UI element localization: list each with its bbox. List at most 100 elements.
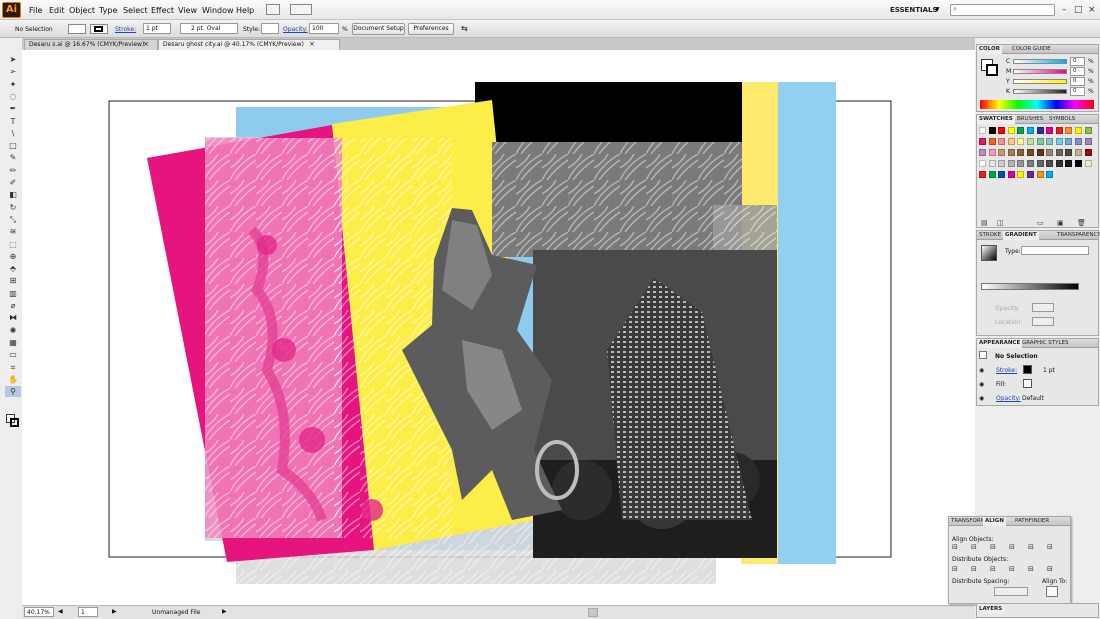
channel-value-k[interactable]: 0	[1070, 87, 1085, 96]
color-swatch[interactable]	[1027, 160, 1034, 167]
tab-align[interactable]: ALIGN	[983, 517, 1006, 526]
color-swatch[interactable]	[1046, 138, 1054, 145]
appearance-fill-swatch[interactable]	[1023, 379, 1032, 388]
menu-window[interactable]: Window	[202, 6, 234, 15]
fill-swatch[interactable]	[68, 24, 86, 34]
channel-value-m[interactable]: 0	[1070, 67, 1085, 76]
zoom-tool-icon[interactable]: ⚲	[5, 386, 21, 398]
color-swatch[interactable]	[998, 127, 1006, 134]
appearance-fill-label[interactable]: Fill:	[996, 381, 1006, 388]
distribute-button-icon[interactable]: ⊟	[1009, 565, 1015, 573]
tab-transform[interactable]: TRANSFORM	[949, 517, 987, 526]
color-swatch[interactable]	[1075, 160, 1082, 167]
arrange-icon[interactable]: ⇆	[461, 24, 468, 33]
color-swatch[interactable]	[1007, 127, 1015, 134]
stroke-label[interactable]: Stroke:	[115, 26, 136, 33]
gradient-preview-swatch[interactable]	[981, 245, 997, 261]
perspective-tool-icon[interactable]: ⬘	[5, 263, 21, 274]
align-button-icon[interactable]: ⊟	[1047, 543, 1053, 551]
close-tab-icon[interactable]: ×	[143, 40, 149, 48]
magic-wand-tool-icon[interactable]: ✦	[5, 79, 21, 90]
color-swatch[interactable]	[1055, 127, 1063, 134]
scale-tool-icon[interactable]: ⤡	[5, 214, 21, 225]
arrange-documents-icon[interactable]	[290, 4, 312, 15]
color-swatch[interactable]	[1036, 171, 1044, 178]
distribute-button-icon[interactable]: ⊟	[1028, 565, 1034, 573]
line-tool-icon[interactable]: \	[5, 128, 21, 139]
color-swatch[interactable]	[1036, 138, 1044, 145]
color-swatch[interactable]	[988, 138, 996, 145]
distribute-button-icon[interactable]: ⊟	[990, 565, 996, 573]
color-swatch[interactable]	[1055, 149, 1063, 156]
color-swatch[interactable]	[1055, 138, 1063, 145]
tab-color[interactable]: COLOR	[977, 45, 1002, 54]
fill-stroke-icon[interactable]	[6, 414, 20, 428]
color-swatch[interactable]	[988, 171, 996, 178]
gradient-tool-icon[interactable]: ▥	[5, 288, 21, 299]
color-swatch[interactable]	[1017, 127, 1025, 134]
color-swatch[interactable]	[1084, 138, 1092, 145]
gradient-slider[interactable]	[981, 283, 1079, 290]
align-button-icon[interactable]: ⊟	[990, 543, 996, 551]
show-swatch-kinds-icon[interactable]: ◫	[997, 219, 1004, 227]
graphic-style-select[interactable]	[261, 23, 279, 34]
pen-tool-icon[interactable]: ✒	[5, 103, 21, 114]
menu-file[interactable]: File	[29, 6, 42, 15]
slice-tool-icon[interactable]: ⌗	[5, 362, 21, 373]
paintbrush-tool-icon[interactable]: ✎	[5, 152, 21, 163]
graph-tool-icon[interactable]: ▦	[5, 337, 21, 348]
color-swatch[interactable]	[1065, 127, 1073, 134]
maximize-button[interactable]: □	[1074, 5, 1083, 15]
chevron-down-icon[interactable]: ▼	[935, 6, 940, 13]
hand-tool-icon[interactable]: ✋	[5, 374, 21, 385]
gradient-opacity-field[interactable]	[1032, 303, 1054, 312]
nav-prev-icon[interactable]: ◀	[58, 608, 63, 615]
menu-type[interactable]: Type	[99, 6, 117, 15]
swatch-library-icon[interactable]: ▤	[981, 219, 988, 227]
tab-symbols[interactable]: SYMBOLS	[1047, 115, 1077, 124]
appearance-stroke-label[interactable]: Stroke:	[996, 367, 1017, 374]
eraser-tool-icon[interactable]: ◧	[5, 189, 21, 200]
type-tool-icon[interactable]: T	[5, 116, 21, 127]
tab-graphic-styles[interactable]: GRAPHIC STYLES	[1020, 339, 1071, 348]
new-swatch-icon[interactable]: ▣	[1057, 219, 1064, 227]
status-menu-icon[interactable]: ▶	[222, 608, 227, 615]
color-swatch[interactable]	[1007, 149, 1015, 156]
channel-value-c[interactable]: 0	[1070, 57, 1085, 66]
color-swatch[interactable]	[979, 160, 986, 167]
align-button-icon[interactable]: ⊟	[952, 543, 958, 551]
distribute-button-icon[interactable]: ⊟	[971, 565, 977, 573]
spacing-field[interactable]	[994, 587, 1028, 596]
warp-tool-icon[interactable]: ≋	[5, 226, 21, 237]
menu-edit[interactable]: Edit	[49, 6, 65, 15]
delete-swatch-icon[interactable]: 🗑	[1077, 219, 1086, 227]
horizontal-scrollbar[interactable]	[588, 608, 598, 617]
tab-desaru-s[interactable]: Desaru s.ai @ 16.67% (CMYK/Preview)	[24, 39, 158, 50]
color-swatch[interactable]	[1075, 149, 1082, 156]
color-swatch[interactable]	[988, 160, 996, 167]
color-swatch[interactable]	[1007, 138, 1015, 145]
color-swatch[interactable]	[1046, 127, 1054, 134]
direct-select-tool-icon[interactable]: ➢	[5, 66, 21, 77]
appearance-opacity-label[interactable]: Opacity:	[996, 395, 1021, 402]
color-swatch[interactable]	[1007, 160, 1015, 167]
color-swatch[interactable]	[988, 149, 996, 156]
tab-layers[interactable]: LAYERS	[977, 605, 1005, 614]
opacity-field[interactable]: 100	[309, 23, 339, 34]
color-swatch[interactable]	[1084, 149, 1092, 156]
color-swatch[interactable]	[979, 149, 986, 156]
rotate-tool-icon[interactable]: ↻	[5, 202, 21, 213]
blob-brush-tool-icon[interactable]: ✐	[5, 177, 21, 188]
color-swatch[interactable]	[1017, 160, 1025, 167]
channel-slider-c[interactable]	[1013, 59, 1067, 64]
tab-brushes[interactable]: BRUSHES	[1015, 115, 1045, 124]
gradient-location-field[interactable]	[1032, 317, 1054, 326]
color-swatch[interactable]	[998, 171, 1006, 178]
color-swatch[interactable]	[1084, 127, 1092, 134]
color-swatch[interactable]	[1046, 149, 1054, 156]
pencil-tool-icon[interactable]: ✏	[5, 165, 21, 176]
color-swatch[interactable]	[1017, 171, 1025, 178]
color-swatch[interactable]	[1007, 171, 1015, 178]
color-swatch[interactable]	[1084, 160, 1092, 167]
color-swatch[interactable]	[1036, 127, 1044, 134]
